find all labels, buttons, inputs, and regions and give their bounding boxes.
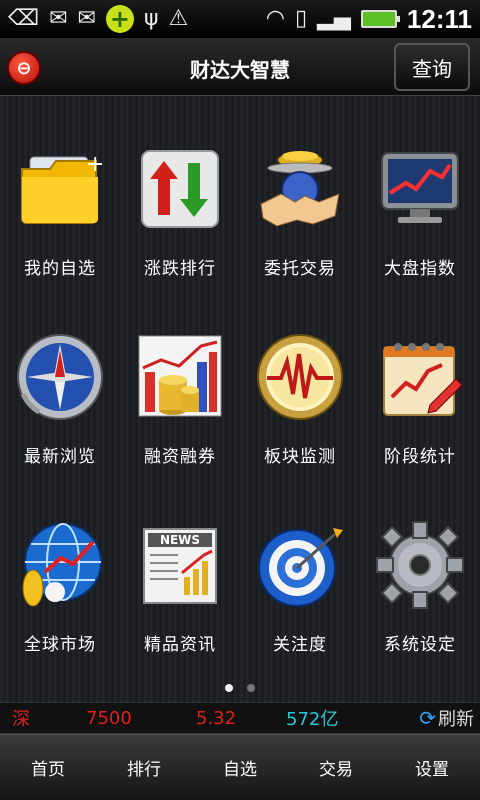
folder-icon: + [15,144,105,234]
handshake-icon [255,144,345,234]
notepad-chart-icon [375,332,465,422]
wifi-icon: ◠ [265,6,285,31]
mail-icon: ✉ [77,6,96,31]
usb-icon: ψ [143,6,159,31]
grid-item-watchlist[interactable]: + 我的自选 [0,136,120,324]
battery-icon [360,10,400,28]
query-button[interactable]: 查询 [394,43,470,91]
nav-home[interactable]: 首页 [0,735,96,800]
clock: 12:11 [406,3,472,34]
grid-item-label: 精品资讯 [144,635,216,655]
target-icon [255,520,345,610]
status-bar: ⌫ ✉ ✉ + ψ ⚠ ◠ ▯ ▂▄ 12:11 [0,0,480,38]
pulse-icon [255,332,345,422]
sdcard-icon: ▯ [294,6,308,31]
grid-item-margin-trading[interactable]: 融资融券 [120,324,240,512]
page-indicator [0,684,480,692]
warning-icon: ⚠ [168,6,189,31]
ticker-volume: 572亿 [286,709,339,730]
page-dot-active[interactable] [225,684,233,692]
signal-icon: ▂▄ [317,6,351,31]
grid-item-market-index[interactable]: 大盘指数 [360,136,480,324]
grid-item-recent[interactable]: 最新浏览 [0,324,120,512]
grid-item-label: 最新浏览 [24,447,96,467]
globe-icon [15,520,105,610]
monitor-chart-icon [375,144,465,234]
grid-item-label: 系统设定 [384,635,456,655]
grid-item-label: 全球市场 [24,635,96,655]
grid-item-label: 我的自选 [24,259,96,279]
grid-item-label: 涨跌排行 [144,259,216,279]
main-panel: + 我的自选 涨跌排行 委托交易 大盘指数 最新浏览 融资融券 板块监测 阶段统… [0,96,480,702]
nav-settings[interactable]: 设置 [384,735,480,800]
grid-item-label: 融资融券 [144,447,216,467]
gear-icon [375,520,465,610]
app-header: ⊖ 财达大智慧 查询 [0,38,480,96]
ticker-change: 5.32 [196,707,237,729]
nav-trade[interactable]: 交易 [288,735,384,800]
grid-item-sector-monitor[interactable]: 板块监测 [240,324,360,512]
grid-item-settings[interactable]: 系统设定 [360,512,480,700]
compass-icon [15,332,105,422]
refresh-icon: ⟳ [419,706,436,730]
grid-item-period-stats[interactable]: 阶段统计 [360,324,480,512]
up-down-arrows-icon [135,144,225,234]
news-icon-text: NEWS [160,533,200,547]
bottom-nav: 首页 排行 自选 交易 设置 [0,734,480,800]
back-icon: ⌫ [8,6,40,31]
svg-text:+: + [86,152,102,177]
grid-item-attention[interactable]: 关注度 [240,512,360,700]
market-ticker: 深 7500 5.32 572亿 ⟳ 刷新 [0,702,480,734]
grid-item-label: 阶段统计 [384,447,456,467]
refresh-button[interactable]: ⟳ 刷新 [419,705,474,731]
grid-item-label: 板块监测 [264,447,336,467]
ticker-index: 7500 [86,707,132,729]
ticker-market: 深 [12,709,30,730]
function-grid: + 我的自选 涨跌排行 委托交易 大盘指数 最新浏览 融资融券 板块监测 阶段统… [0,136,480,700]
grid-item-ranking[interactable]: 涨跌排行 [120,136,240,324]
plus-badge-icon: + [105,5,134,33]
nav-ranking[interactable]: 排行 [96,735,192,800]
grid-item-news[interactable]: NEWS 精品资讯 [120,512,240,700]
grid-item-trading[interactable]: 委托交易 [240,136,360,324]
coins-chart-icon [135,332,225,422]
page-dot[interactable] [247,684,255,692]
grid-item-global-market[interactable]: 全球市场 [0,512,120,700]
grid-item-label: 委托交易 [264,259,336,279]
refresh-label: 刷新 [438,709,474,730]
grid-item-label: 关注度 [273,635,327,655]
nav-watchlist[interactable]: 自选 [192,735,288,800]
grid-item-label: 大盘指数 [384,259,456,279]
newspaper-icon: NEWS [135,520,225,610]
mail-icon: ✉ [49,6,68,31]
